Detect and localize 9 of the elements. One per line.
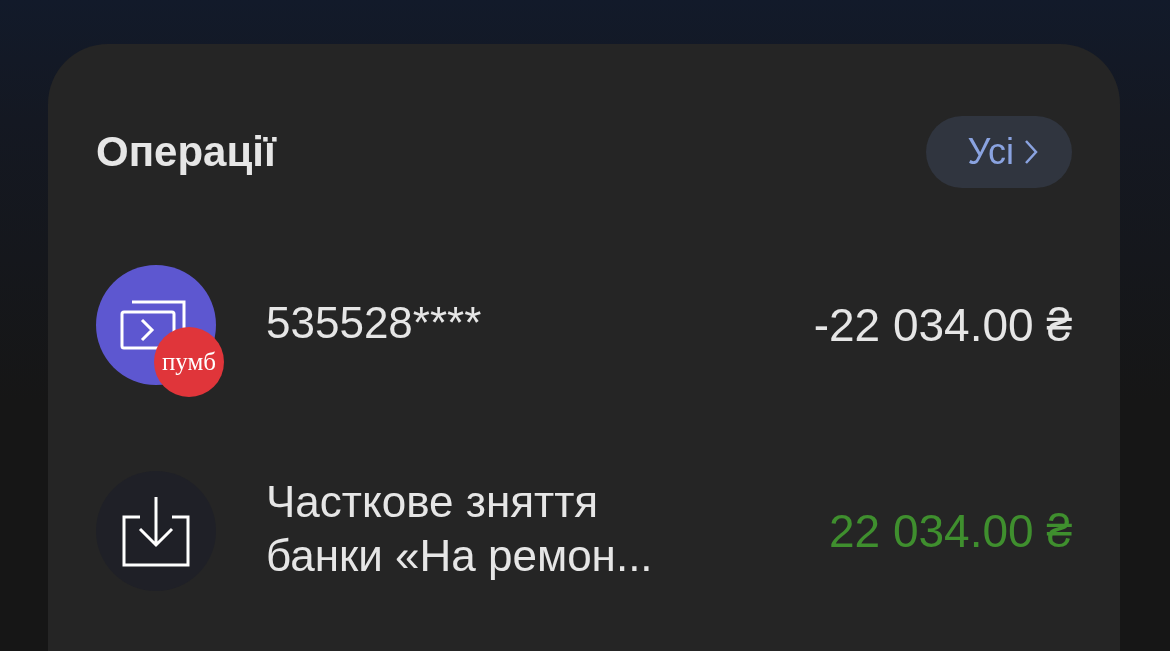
bank-badge: пумб xyxy=(154,327,224,397)
all-button[interactable]: Усі xyxy=(925,116,1072,188)
operation-title: Часткове зняття банки «На ремон... xyxy=(266,476,654,582)
download-icon xyxy=(122,495,190,567)
chevron-right-icon xyxy=(1024,139,1038,165)
operation-amount: 22 034.00 ₴ xyxy=(829,504,1072,558)
section-title: Операції xyxy=(96,128,276,176)
operation-title: 535528**** xyxy=(266,297,483,349)
operation-amount: -22 034.00 ₴ xyxy=(813,298,1072,352)
